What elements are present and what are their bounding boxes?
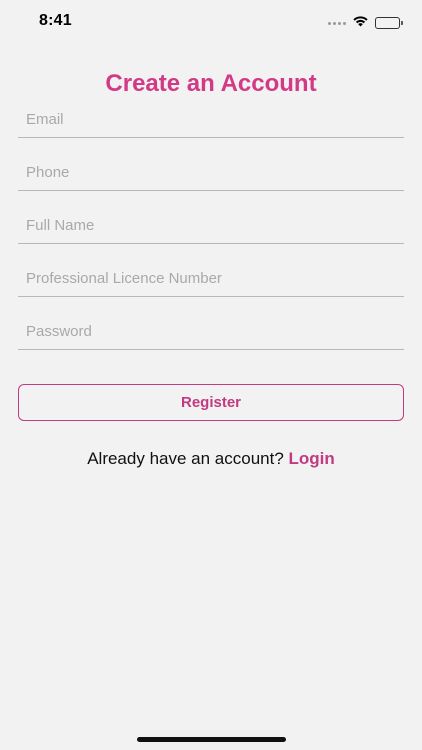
- cellular-signal-icon: [328, 21, 346, 25]
- home-indicator[interactable]: [137, 737, 286, 742]
- status-bar: 8:41: [0, 0, 422, 44]
- wifi-icon: [352, 14, 369, 32]
- email-field-container: [18, 108, 404, 138]
- page-title: Create an Account: [105, 70, 317, 97]
- email-field[interactable]: [18, 108, 404, 137]
- full-name-field[interactable]: [18, 214, 404, 243]
- full-name-field-container: [18, 214, 404, 244]
- create-account-screen: 8:41 Create an Account Registe: [0, 0, 422, 750]
- password-field[interactable]: [18, 320, 404, 349]
- login-prompt-text: Already have an account?: [87, 449, 284, 468]
- status-time: 8:41: [39, 12, 72, 29]
- licence-number-field-container: [18, 267, 404, 297]
- register-button[interactable]: Register: [18, 384, 404, 421]
- battery-icon: [375, 17, 403, 29]
- status-icons: [328, 14, 403, 32]
- phone-field-container: [18, 161, 404, 191]
- phone-field[interactable]: [18, 161, 404, 190]
- password-field-container: [18, 320, 404, 350]
- login-link[interactable]: Login: [289, 449, 335, 468]
- licence-number-field[interactable]: [18, 267, 404, 296]
- login-prompt: Already have an account? Login: [0, 449, 422, 469]
